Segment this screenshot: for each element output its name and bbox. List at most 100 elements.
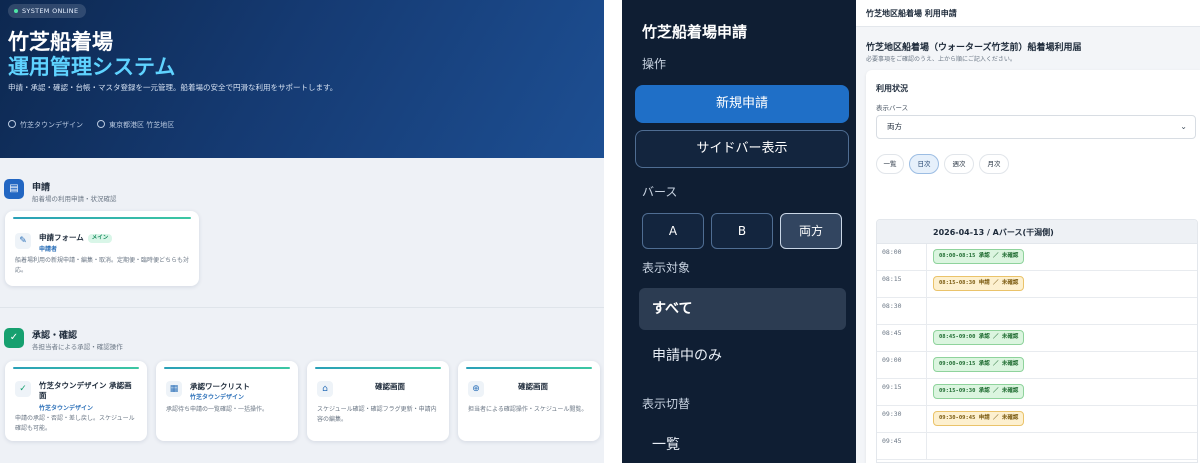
berth-select-value: 両方 [887, 122, 902, 131]
slot-chip[interactable]: 09:00-09:15 承認 ／ 未確認 [933, 357, 1025, 372]
confirm-screen-card-2[interactable]: ⊕ 確認画面 担当者による確認操作・スケジュール閲覧。 [458, 361, 600, 441]
card-description: 船着場利用の新規申請・編集・取消。定期便・臨時便どちらも対応。 [15, 257, 190, 274]
sidebar-section-target: 表示対象 [642, 261, 691, 275]
berth-b-button[interactable]: B [711, 213, 773, 249]
slot-chip[interactable]: 09:15-09:30 承認 ／ 未確認 [933, 384, 1025, 399]
card-title-text: 申請フォーム [39, 233, 84, 242]
document-icon: ▤ [4, 179, 24, 199]
form-title: 竹芝地区船着場（ウォーターズ竹芝前）船着場利用届 [866, 43, 1082, 53]
schedule-header: 2026-04-13 / Aバース(干潟側) [877, 220, 1197, 244]
section-approve-subtitle: 各担当者による承認・確認操作 [32, 343, 123, 351]
section-approve-title: 承認・確認 [32, 331, 78, 341]
section-divider [0, 307, 604, 308]
org-meta: 竹芝タウンデザイン [8, 120, 83, 130]
slot-time: 08:00 [877, 244, 927, 271]
slot-chip[interactable]: 08:45-09:00 承認 ／ 未確認 [933, 330, 1025, 345]
view-tab-list[interactable]: 一覧 [876, 154, 904, 174]
org-icon [8, 120, 16, 128]
berth-select-label: 表示バース [876, 104, 909, 112]
pen-icon: ✎ [15, 233, 31, 249]
schedule-header-label: 2026-04-13 / Aバース(干潟側) [933, 228, 1054, 237]
card-title: 竹芝タウンデザイン 承認画面 [39, 381, 132, 400]
slot-chip[interactable]: 09:30-09:45 申請 ／ 未確認 [933, 411, 1025, 426]
table-row: 08:45 08:45-09:00 承認 ／ 未確認 [877, 325, 1197, 352]
hero-description: 申請・承認・確認・台帳・マスタ登録を一元管理。船着場の安全で円滑な利用をサポート… [8, 83, 338, 92]
card-role: 申請者 [39, 246, 58, 253]
form-note: 必要事項をご確認のうえ、上から順にご記入ください。 [866, 56, 1016, 63]
globe-icon: ⊕ [468, 381, 484, 397]
section-apply-title: 申請 [32, 183, 51, 193]
check-icon: ✓ [15, 381, 31, 397]
slot-time: 08:15 [877, 271, 927, 298]
sidebar-section-switch: 表示切替 [642, 397, 691, 411]
card-accent-bar [466, 367, 592, 369]
approval-worklist-card[interactable]: ▦ 承認ワークリスト 竹芝タウンデザイン 承認待ち申請の一覧確認・一括操作。 [156, 361, 298, 441]
show-sidebar-button[interactable]: サイドバー表示 [635, 130, 849, 168]
slot-time: 09:00 [877, 352, 927, 379]
table-row: 09:15 09:15-09:30 承認 ／ 未確認 [877, 379, 1197, 406]
target-pending-item[interactable]: 申請中のみ [639, 335, 846, 377]
card-description: 申請の承認・否認・差し戻し。スケジュール確認も可能。 [15, 415, 135, 432]
form-topbar-title: 竹芝地区船着場 利用申請 [866, 9, 957, 18]
view-tab-weekly[interactable]: 週次 [944, 154, 974, 174]
card-title: 確認画面 [518, 382, 548, 391]
sidebar-title: 竹芝船着場申請 [642, 23, 748, 41]
card-title: 承認ワークリスト [190, 382, 250, 391]
hero-banner: SYSTEM ONLINE 竹芝船着場 運用管理システム 申請・承認・確認・台帳… [0, 0, 604, 158]
view-list-item[interactable]: 一覧 [639, 424, 846, 463]
card-description: 承認待ち申請の一覧確認・一括操作。 [166, 406, 269, 413]
table-row: 08:00 08:00-08:15 承認 ／ 未確認 [877, 244, 1197, 271]
card-role: 竹芝タウンデザイン [190, 394, 245, 401]
table-row: 08:15 08:15-08:30 申請 ／ 未確認 [877, 271, 1197, 298]
card-description: 担当者による確認操作・スケジュール閲覧。 [468, 406, 588, 413]
org-name: 竹芝タウンデザイン [20, 121, 83, 129]
slot-time: 09:30 [877, 406, 927, 433]
berth-both-button[interactable]: 両方 [780, 213, 842, 249]
table-row: 09:00 09:00-09:15 承認 ／ 未確認 [877, 352, 1197, 379]
usage-status-card: 利用状況 表示バース 両方 ⌄ 一覧 日次 週次 月次 2026-04-13 /… [866, 70, 1200, 463]
system-status-badge: SYSTEM ONLINE [8, 4, 87, 18]
slot-time: 08:45 [877, 325, 927, 352]
table-row: 09:30 09:30-09:45 申請 ／ 未確認 [877, 406, 1197, 433]
slot-chip[interactable]: 08:00-08:15 承認 ／ 未確認 [933, 249, 1025, 264]
schedule-table: 2026-04-13 / Aバース(干潟側) 08:00 08:00-08:15… [876, 219, 1198, 463]
slot-time: 09:45 [877, 433, 927, 460]
portal-panel: SYSTEM ONLINE 竹芝船着場 運用管理システム 申請・承認・確認・台帳… [0, 0, 604, 463]
sidebar: 竹芝船着場申請 操作 新規申請 サイドバー表示 バース A B 両方 表示対象 … [622, 0, 856, 463]
card-role: 竹芝タウンデザイン [39, 405, 94, 412]
location-icon [97, 120, 105, 128]
card-accent-bar [164, 367, 290, 369]
approval-screen-card[interactable]: ✓ 竹芝タウンデザイン 承認画面 竹芝タウンデザイン 申請の承認・否認・差し戻し… [5, 361, 147, 441]
usage-status-heading: 利用状況 [876, 84, 908, 93]
table-row: 08:30 [877, 298, 1197, 325]
card-description: スケジュール確認・確認フラグ更新・申請内容の編集。 [317, 406, 437, 423]
slot-time: 09:15 [877, 379, 927, 406]
check-circle-icon: ✓ [4, 328, 24, 348]
sidebar-section-berth: バース [642, 185, 678, 199]
card-accent-bar [13, 217, 191, 219]
card-title: 申請フォーム メイン [39, 232, 113, 243]
chevron-down-icon: ⌄ [1180, 122, 1187, 131]
berth-select[interactable]: 両方 ⌄ [876, 115, 1196, 139]
hero-meta: 竹芝タウンデザイン 東京都港区 竹芝地区 [8, 120, 174, 130]
slot-chip[interactable]: 08:15-08:30 申請 ／ 未確認 [933, 276, 1025, 291]
view-tab-daily[interactable]: 日次 [909, 154, 939, 174]
view-tab-monthly[interactable]: 月次 [979, 154, 1009, 174]
form-topbar: 竹芝地区船着場 利用申請 [856, 0, 1200, 27]
location-meta: 東京都港区 竹芝地区 [97, 120, 174, 130]
apply-form-card[interactable]: ✎ 申請フォーム メイン 申請者 船着場利用の新規申請・編集・取消。定期便・臨時便… [5, 211, 199, 286]
home-icon: ⌂ [317, 381, 333, 397]
confirm-screen-card-1[interactable]: ⌂ 確認画面 スケジュール確認・確認フラグ更新・申請内容の編集。 [307, 361, 449, 441]
target-all-item[interactable]: すべて [639, 288, 846, 330]
table-row: 09:45 [877, 433, 1197, 460]
berth-a-button[interactable]: A [642, 213, 704, 249]
card-accent-bar [13, 367, 139, 369]
section-apply-subtitle: 船着場の利用申請・状況確認 [32, 195, 117, 203]
card-title: 確認画面 [375, 382, 405, 391]
sidebar-section-ops: 操作 [642, 57, 667, 71]
location-name: 東京都港区 竹芝地区 [109, 121, 175, 129]
card-accent-bar [315, 367, 441, 369]
new-application-button[interactable]: 新規申請 [635, 85, 849, 123]
main-tag: メイン [87, 234, 113, 243]
application-form-panel: 竹芝地区船着場 利用申請 竹芝地区船着場（ウォーターズ竹芝前）船着場利用届 必要… [856, 0, 1200, 463]
